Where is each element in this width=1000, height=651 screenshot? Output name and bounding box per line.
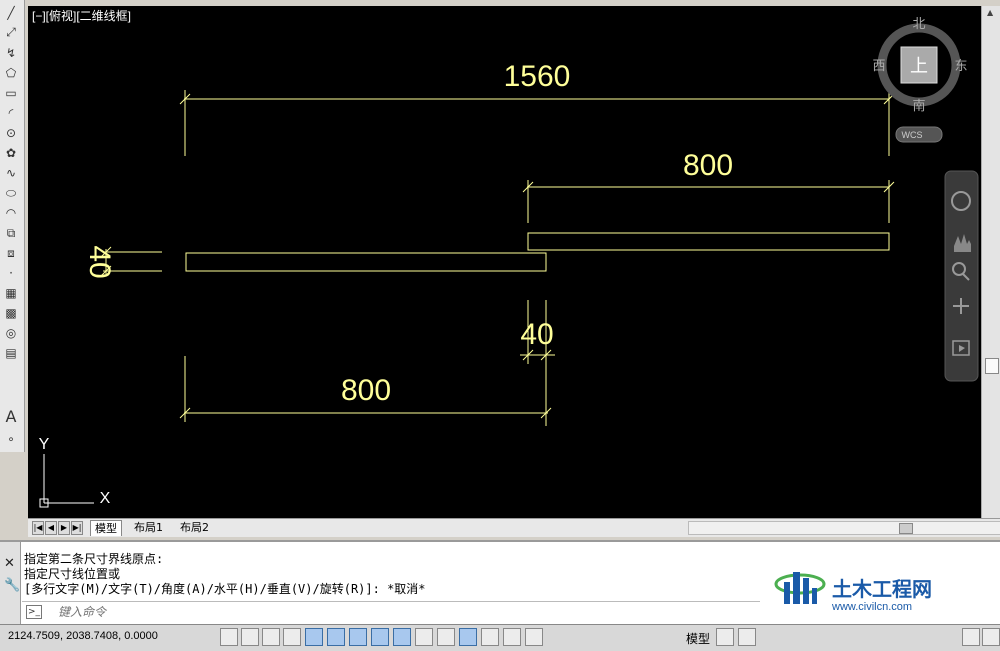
ellipse-tool-icon[interactable]: ⬭ <box>2 184 20 202</box>
infer-constraints-icon[interactable] <box>220 628 238 646</box>
lineweight-icon[interactable] <box>437 628 455 646</box>
construction-line-tool-icon[interactable]: ⤢ <box>2 23 20 41</box>
annotation-monitor-icon[interactable] <box>525 628 543 646</box>
command-prompt-icon[interactable]: >_ <box>26 605 42 619</box>
tab-layout1[interactable]: 布局1 <box>130 520 167 535</box>
command-input[interactable] <box>56 603 660 621</box>
viewcube-west[interactable]: 西 <box>872 59 885 74</box>
horizontal-scrollbar[interactable] <box>688 521 1000 535</box>
make-block-tool-icon[interactable]: ⧈ <box>2 244 20 262</box>
polar-tracking-icon[interactable] <box>305 628 323 646</box>
watermark-logo: 土木工程网 www.civilcn.com <box>760 542 965 622</box>
line-tool-icon[interactable]: ╱ <box>2 4 20 22</box>
dimension-text-upper: 800 <box>683 149 733 182</box>
multiline-text-tool-icon[interactable]: A <box>2 408 20 426</box>
watermark-url: www.civilcn.com <box>831 601 912 613</box>
viewcube[interactable]: 上 北 南 东 西 WCS <box>872 17 968 143</box>
spline-tool-icon[interactable]: ∿ <box>2 164 20 182</box>
allow-ucs-icon[interactable] <box>393 628 411 646</box>
ucs-x-label: X <box>100 490 111 507</box>
quick-view-layouts-icon[interactable] <box>716 628 734 646</box>
tab-model[interactable]: 模型 <box>90 520 122 536</box>
point-tool-icon[interactable]: · <box>2 264 20 282</box>
gradient-tool-icon[interactable]: ▩ <box>2 304 20 322</box>
quick-view-drawings-icon[interactable] <box>738 628 756 646</box>
viewport-controls-label[interactable]: [−][俯视][二维线框] <box>32 8 131 23</box>
wrench-icon[interactable]: 🔧 <box>4 578 20 593</box>
vertical-scrollbar[interactable]: ▲ <box>981 6 1000 518</box>
viewcube-north[interactable]: 北 <box>912 17 925 32</box>
ucs-y-label: Y <box>39 436 50 453</box>
dimension-text-bottom: 800 <box>341 374 391 407</box>
model-space-button[interactable]: 模型 <box>686 630 710 647</box>
ortho-mode-icon[interactable] <box>283 628 301 646</box>
table-tool-icon[interactable]: ▤ <box>2 344 20 362</box>
viewcube-face-label: 上 <box>910 56 928 77</box>
command-history-line: 指定第二条尺寸界线原点: <box>24 552 164 566</box>
watermark-title: 土木工程网 <box>832 577 932 601</box>
insert-block-tool-icon[interactable]: ⧉ <box>2 224 20 242</box>
civilcn-logo-icon: 土木工程网 www.civilcn.com <box>774 572 932 613</box>
polyline-tool-icon[interactable]: ↯ <box>2 44 20 62</box>
drawing-geometry <box>100 90 895 426</box>
arc-tool-icon[interactable]: ◜ <box>2 104 20 122</box>
transparency-icon[interactable] <box>459 628 477 646</box>
region-tool-icon[interactable]: ◎ <box>2 324 20 342</box>
status-bar: 2124.7509, 2038.7408, 0.0000 模型 <box>0 624 1000 651</box>
vertical-scroll-thumb[interactable] <box>985 358 999 374</box>
snap-mode-icon[interactable] <box>241 628 259 646</box>
add-selected-tool-icon[interactable]: ∘ <box>2 430 20 448</box>
command-input-row: >_ <box>22 601 762 622</box>
selection-cycling-icon[interactable] <box>503 628 521 646</box>
status-menu-icon[interactable] <box>982 628 1000 646</box>
scroll-up-arrow-icon[interactable]: ▲ <box>987 8 993 17</box>
last-tab-icon[interactable]: ▶| <box>71 521 83 535</box>
rectangle-tool-icon[interactable]: ▭ <box>2 84 20 102</box>
command-history-line: [多行文字(M)/文字(T)/角度(A)/水平(H)/垂直(V)/旋转(R)]:… <box>24 582 426 596</box>
revcloud-tool-icon[interactable]: ✿ <box>2 144 20 162</box>
command-history: 指定第二条尺寸界线原点: 指定尺寸线位置或 [多行文字(M)/文字(T)/角度(… <box>24 552 426 597</box>
tab-layout2[interactable]: 布局2 <box>176 520 213 535</box>
quick-properties-icon[interactable] <box>481 628 499 646</box>
coordinate-readout[interactable]: 2124.7509, 2038.7408, 0.0000 <box>8 630 158 642</box>
circle-tool-icon[interactable]: ⊙ <box>2 124 20 142</box>
dynamic-input-icon[interactable] <box>415 628 433 646</box>
grid-display-icon[interactable] <box>262 628 280 646</box>
object-snap-tracking-icon[interactable] <box>371 628 389 646</box>
viewcube-east[interactable]: 东 <box>954 59 967 74</box>
layout-tab-bar: |◀ ◀ ▶ ▶| 模型 布局1 布局2 <box>28 518 1000 537</box>
next-tab-icon[interactable]: ▶ <box>58 521 70 535</box>
dimension-text-left-vertical: 40 <box>83 245 116 278</box>
wcs-label: WCS <box>902 130 923 140</box>
ellipse-arc-tool-icon[interactable]: ◠ <box>2 204 20 222</box>
dimension-text-middle: 40 <box>520 318 553 351</box>
close-icon[interactable]: ✕ <box>4 556 15 571</box>
command-history-line: 指定尺寸线位置或 <box>24 567 121 581</box>
navigation-bar <box>944 170 979 382</box>
polygon-tool-icon[interactable]: ⬠ <box>2 64 20 82</box>
ucs-icon <box>39 454 94 508</box>
draw-toolbar: ╱ ⤢ ↯ ⬠ ▭ ◜ ⊙ ✿ ∿ ⬭ ◠ ⧉ ⧈ · ▦ ▩ ◎ ▤ A ∘ <box>0 0 25 452</box>
3d-object-snap-icon[interactable] <box>349 628 367 646</box>
first-tab-icon[interactable]: |◀ <box>32 521 44 535</box>
command-window-side: ✕ 🔧 <box>0 542 21 626</box>
horizontal-scroll-thumb[interactable] <box>899 523 913 534</box>
prev-tab-icon[interactable]: ◀ <box>45 521 57 535</box>
drawing-viewport[interactable]: [−][俯视][二维线框] 1560 800 40 40 800 Y X 上 北… <box>28 6 981 518</box>
hatch-tool-icon[interactable]: ▦ <box>2 284 20 302</box>
object-snap-icon[interactable] <box>327 628 345 646</box>
dimension-text-top: 1560 <box>504 60 571 93</box>
workspace-switching-icon[interactable] <box>962 628 980 646</box>
viewcube-south[interactable]: 南 <box>912 98 925 114</box>
